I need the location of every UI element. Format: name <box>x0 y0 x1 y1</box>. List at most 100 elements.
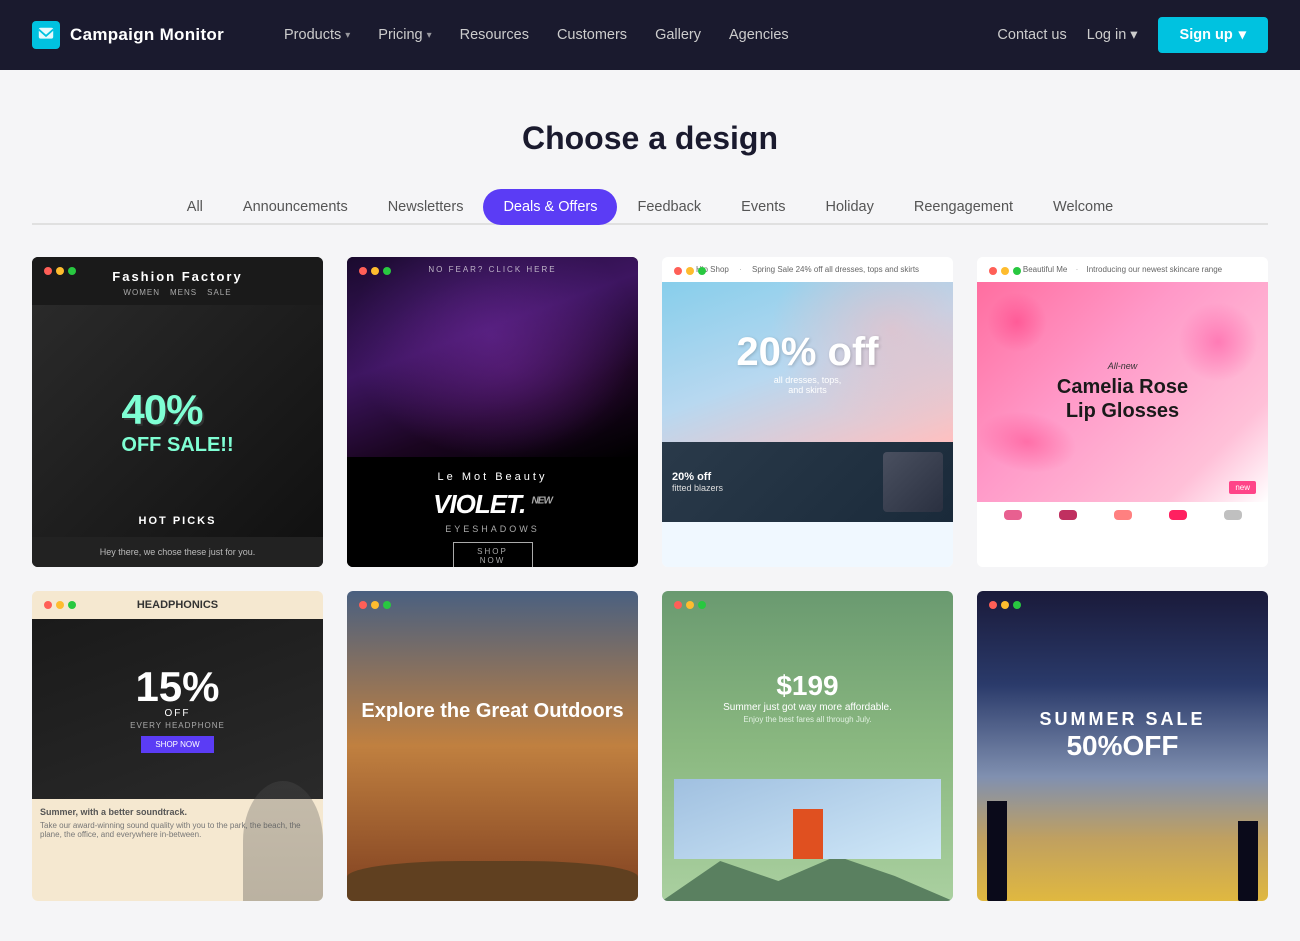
swatch-light <box>1114 510 1132 520</box>
nav-link-pricing[interactable]: Pricing ▾ <box>366 19 443 51</box>
dot-green <box>698 601 706 609</box>
tab-events[interactable]: Events <box>721 189 805 225</box>
nav-link-resources[interactable]: Resources <box>448 19 541 51</box>
dot-green <box>68 601 76 609</box>
dot-yellow <box>56 601 64 609</box>
card-dots-rose <box>989 267 1021 275</box>
spring-header-sep: · <box>739 265 742 274</box>
tab-holiday[interactable]: Holiday <box>806 189 894 225</box>
template-card-summer[interactable]: Summer sale – 50%OFF No images? Click he… <box>977 591 1268 901</box>
spring-blazers-type: fitted blazers <box>672 483 883 493</box>
fashion-discount: 40% <box>121 386 233 434</box>
rose-new-badge: new <box>1229 481 1256 494</box>
signup-chevron-icon: ▾ <box>1239 27 1246 43</box>
fashion-hero: 40% OFF SALE!! HOT PICKS <box>32 305 323 537</box>
template-card-travel[interactable]: Travel co. OFFERS WHAT'S NEW FOR TWO Exp… <box>347 591 638 901</box>
card-dots-violet <box>359 267 391 275</box>
rose-footer <box>977 502 1268 528</box>
nav-link-gallery[interactable]: Gallery <box>643 19 713 51</box>
bula-hero: $199 Summer just got way more affordable… <box>662 627 953 767</box>
template-card-rose[interactable]: Beautiful Me · Introducing our newest sk… <box>977 257 1268 567</box>
tab-all[interactable]: All <box>167 189 223 225</box>
nav-link-agencies[interactable]: Agencies <box>717 19 801 51</box>
fashion-off-text: OFF SALE!! <box>121 434 233 457</box>
card-image-violet: NO FEAR? CLICK HERE Le Mot Beauty VIOLET… <box>347 257 638 567</box>
card-image-fashion: Fashion Factory WOMEN MENS SALE 40% OFF … <box>32 257 323 567</box>
bula-price: $199 <box>723 670 892 702</box>
tab-newsletters[interactable]: Newsletters <box>368 189 484 225</box>
rose-hero: All-new Camelia Rose Lip Glosses new <box>977 282 1268 502</box>
head-hero: 15% OFF EVERY HEADPHONE SHOP NOW <box>32 619 323 799</box>
dot-red <box>44 267 52 275</box>
template-card-fashion[interactable]: Fashion Factory WOMEN MENS SALE 40% OFF … <box>32 257 323 567</box>
tab-welcome[interactable]: Welcome <box>1033 189 1133 225</box>
swatch-pink <box>1004 510 1022 520</box>
violet-sub: EYESHADOWS <box>347 524 638 534</box>
violet-cta[interactable]: SHOP NOW <box>453 542 533 567</box>
spring-percent: 20% off <box>736 330 878 375</box>
swatch-dark-pink <box>1059 510 1077 520</box>
fashion-nav-mens: MENS <box>170 288 197 297</box>
head-discount: 15% <box>130 666 225 708</box>
dot-green <box>1013 267 1021 275</box>
signup-button[interactable]: Sign up ▾ <box>1158 17 1268 53</box>
dot-yellow <box>1001 601 1009 609</box>
filter-tabs: All Announcements Newsletters Deals & Of… <box>32 189 1268 225</box>
spring-promo-preview: Spring Sale 24% off all dresses, tops an… <box>752 265 919 274</box>
head-every: EVERY HEADPHONE <box>130 721 225 730</box>
dot-green <box>1013 601 1021 609</box>
rose-intro: All-new <box>1053 361 1193 371</box>
dot-yellow <box>686 601 694 609</box>
fashion-hot-picks: HOT PICKS <box>139 515 217 527</box>
dot-yellow <box>371 601 379 609</box>
template-card-violet[interactable]: NO FEAR? CLICK HERE Le Mot Beauty VIOLET… <box>347 257 638 567</box>
card-dots-bula <box>674 601 706 609</box>
card-dots-headphones <box>44 601 76 609</box>
dot-green <box>383 601 391 609</box>
template-card-bula[interactable]: BulaAir $199 Summer just got way more af… <box>662 591 953 901</box>
spring-blazers: 20% off fitted blazers <box>662 442 953 522</box>
spring-sub1: all dresses, tops, <box>736 375 878 385</box>
tab-reengagement[interactable]: Reengagement <box>894 189 1033 225</box>
login-chevron-icon: ▾ <box>1130 27 1137 43</box>
spring-blazer-img <box>883 452 943 512</box>
dot-yellow <box>371 267 379 275</box>
tab-deals[interactable]: Deals & Offers <box>483 189 617 225</box>
card-dots-summer <box>989 601 1021 609</box>
travel-headline: Explore the Great Outdoors <box>361 698 623 724</box>
fashion-nav-women: WOMEN <box>123 288 160 297</box>
pricing-chevron-icon: ▾ <box>427 30 432 41</box>
contact-link[interactable]: Contact us <box>997 27 1066 43</box>
dot-yellow <box>1001 267 1009 275</box>
logo-text: Campaign Monitor <box>70 25 224 45</box>
dot-red <box>989 267 997 275</box>
navigation: Campaign Monitor Products ▾ Pricing ▾ Re… <box>0 0 1300 70</box>
travel-hero: Explore the Great Outdoors <box>347 636 638 786</box>
head-brand: HEADPHONICS <box>40 599 315 611</box>
rose-brand: Beautiful Me <box>1023 265 1067 274</box>
template-card-spring[interactable]: Hip Shop · Spring Sale 24% off all dress… <box>662 257 953 567</box>
dot-red <box>44 601 52 609</box>
tab-announcements[interactable]: Announcements <box>223 189 368 225</box>
card-dots-travel <box>359 601 391 609</box>
tab-feedback[interactable]: Feedback <box>617 189 721 225</box>
dot-red <box>674 267 682 275</box>
card-image-bula: BulaAir $199 Summer just got way more af… <box>662 591 953 901</box>
login-link[interactable]: Log in ▾ <box>1087 27 1138 43</box>
template-card-headphones[interactable]: HEADPHONICS 15% OFF EVERY HEADPHONE SHOP… <box>32 591 323 901</box>
nav-link-products[interactable]: Products ▾ <box>272 19 362 51</box>
swatch-silver <box>1224 510 1242 520</box>
bula-tagline: Summer just got way more affordable. <box>723 702 892 713</box>
nav-links: Products ▾ Pricing ▾ Resources Customers… <box>272 19 997 51</box>
card-image-spring: Hip Shop · Spring Sale 24% off all dress… <box>662 257 953 567</box>
spring-blazers-percent: 20% off <box>672 471 883 483</box>
card-image-summer: Summer sale – 50%OFF No images? Click he… <box>977 591 1268 901</box>
head-shop-btn[interactable]: SHOP NOW <box>141 736 213 753</box>
card-dots-spring <box>674 267 706 275</box>
nav-right: Contact us Log in ▾ Sign up ▾ <box>997 17 1268 53</box>
dot-red <box>359 267 367 275</box>
card-dots <box>44 267 76 275</box>
nav-link-customers[interactable]: Customers <box>545 19 639 51</box>
logo[interactable]: Campaign Monitor <box>32 21 224 49</box>
dot-green <box>698 267 706 275</box>
